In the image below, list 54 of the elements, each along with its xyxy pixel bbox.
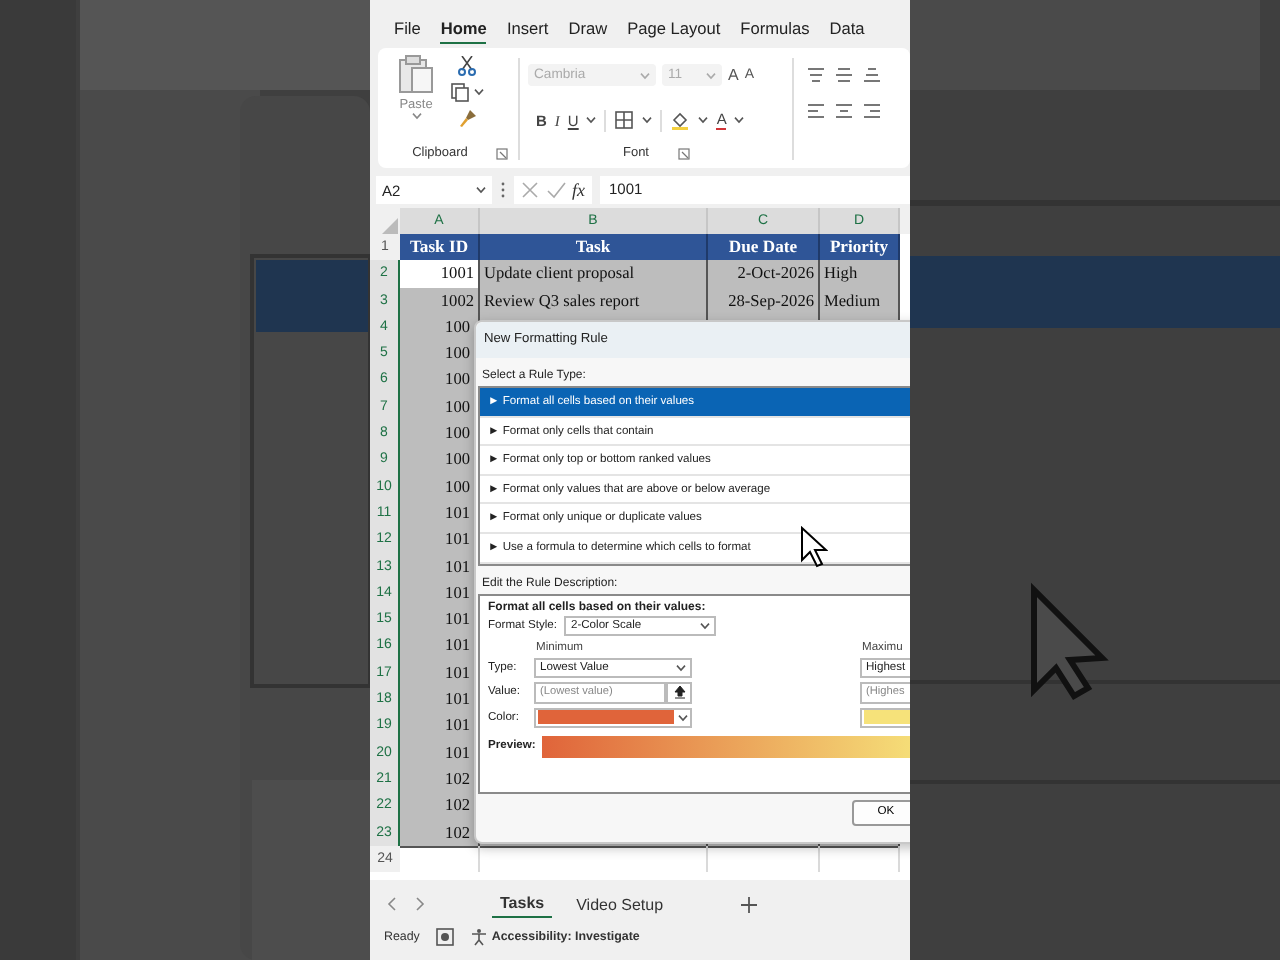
table-cell: High <box>820 260 900 290</box>
fill-color-icon[interactable] <box>670 110 691 130</box>
column-heading-cell: Task ID <box>400 234 480 263</box>
caret-icon[interactable] <box>678 713 688 722</box>
collapse-dialog-icon[interactable] <box>666 681 692 704</box>
align-right-icon[interactable] <box>862 102 882 122</box>
accessibility-icon <box>469 928 488 947</box>
close-icon[interactable] <box>520 180 540 200</box>
macro-record-icon[interactable] <box>435 928 454 947</box>
ribbon-tab[interactable]: Data <box>829 13 865 43</box>
table-cell: 1001 <box>400 260 480 290</box>
caret-icon[interactable] <box>476 186 486 194</box>
caret-icon[interactable] <box>700 621 711 630</box>
caret-icon[interactable] <box>698 116 709 124</box>
more-icon <box>500 180 506 200</box>
ribbon-tab[interactable]: Insert <box>506 13 549 43</box>
table-cell: Medium <box>820 287 900 316</box>
ribbon-tab[interactable]: File <box>394 13 421 43</box>
copy-icon[interactable] <box>450 82 470 102</box>
launcher-icon[interactable] <box>495 147 508 159</box>
table-cell: 2-Oct-2026 <box>708 260 820 290</box>
column-heading-cell: Due Date <box>708 234 820 263</box>
clipboard-icon <box>398 54 434 94</box>
column-heading-cell: Priority <box>820 234 900 263</box>
sheet-tab[interactable]: Tasks <box>492 890 553 919</box>
ribbon-tab[interactable]: Formulas <box>740 13 810 43</box>
align-middle-icon[interactable] <box>834 66 854 86</box>
table-cell: 1002 <box>400 287 480 316</box>
table-cell: Review Q3 sales report <box>480 287 708 316</box>
insert-function-button[interactable]: fx <box>572 180 585 200</box>
caret-icon[interactable] <box>586 116 597 124</box>
chevron-right-icon[interactable] <box>414 896 426 913</box>
align-bottom-icon[interactable] <box>862 66 882 86</box>
caret-icon[interactable] <box>676 663 686 672</box>
ribbon-tab[interactable]: Page Layout <box>627 13 721 43</box>
caret-icon[interactable] <box>474 88 484 96</box>
sheet-tab[interactable]: Video Setup <box>568 891 672 918</box>
launcher-icon[interactable] <box>677 147 689 159</box>
ribbon-tab[interactable]: Draw <box>568 13 608 43</box>
add-sheet-icon[interactable] <box>739 895 758 914</box>
align-center-icon[interactable] <box>834 102 854 122</box>
caret-icon[interactable] <box>642 116 653 124</box>
table-cell: 28-Sep-2026 <box>708 287 820 316</box>
ribbon-tab[interactable]: Home <box>440 13 487 43</box>
table-cell: Update client proposal <box>480 260 708 290</box>
caret-icon[interactable] <box>411 112 421 120</box>
check-icon[interactable] <box>546 180 566 200</box>
color-dropdown[interactable] <box>534 707 692 728</box>
align-top-icon[interactable] <box>806 66 826 86</box>
chevron-left-icon[interactable] <box>386 896 398 913</box>
align-left-icon[interactable] <box>806 102 826 122</box>
borders-icon[interactable] <box>614 110 635 130</box>
column-heading-cell: Task <box>480 234 708 263</box>
caret-icon[interactable] <box>734 116 745 124</box>
